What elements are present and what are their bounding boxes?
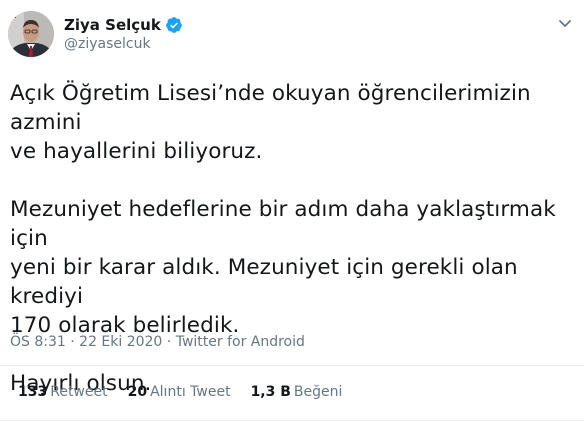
meta-separator: · — [65, 334, 80, 350]
tweet-time[interactable]: ÖS 8:31 — [10, 334, 66, 350]
divider — [0, 420, 584, 421]
avatar[interactable] — [8, 11, 54, 57]
display-name-row: Ziya Selçuk — [64, 15, 183, 35]
like-count: 1,3 B — [250, 384, 291, 400]
verified-badge-icon — [165, 16, 183, 34]
like-label: Beğeni — [293, 384, 343, 400]
tweet-paragraph: Açık Öğretim Lisesi’nde okuyan öğrencile… — [10, 81, 531, 164]
meta-separator: · — [162, 334, 176, 350]
tweet-source[interactable]: Twitter for Android — [176, 334, 305, 350]
tweet-stats: 133 Retweet 20 Alıntı Tweet 1,3 B Beğeni — [18, 382, 362, 402]
author-handle[interactable]: @ziyaselcuk — [64, 35, 183, 54]
retweet-count: 133 — [18, 384, 48, 400]
quote-count: 20 — [127, 384, 148, 400]
author-names: Ziya Selçuk @ziyaselcuk — [64, 15, 183, 54]
tweet-card: Ziya Selçuk @ziyaselcuk Açık Öğretim Lis… — [0, 0, 584, 430]
divider — [0, 365, 584, 366]
tweet-text: Açık Öğretim Lisesi’nde okuyan öğrencile… — [10, 79, 574, 427]
tweet-paragraph: Mezuniyet hedeflerine bir adım daha yakl… — [10, 197, 556, 338]
chevron-down-icon[interactable] — [556, 14, 574, 32]
tweet-date[interactable]: 22 Eki 2020 — [79, 334, 162, 350]
tweet-header: Ziya Selçuk @ziyaselcuk — [8, 8, 183, 60]
like-stat[interactable]: 1,3 B Beğeni — [251, 382, 343, 402]
display-name[interactable]: Ziya Selçuk — [64, 15, 161, 35]
quote-tweet-stat[interactable]: 20 Alıntı Tweet — [128, 382, 231, 402]
retweet-label: Retweet — [50, 384, 108, 400]
tweet-meta: ÖS 8:31 · 22 Eki 2020 · Twitter for Andr… — [10, 332, 305, 352]
retweet-stat[interactable]: 133 Retweet — [18, 382, 108, 402]
quote-label: Alıntı Tweet — [150, 384, 231, 400]
